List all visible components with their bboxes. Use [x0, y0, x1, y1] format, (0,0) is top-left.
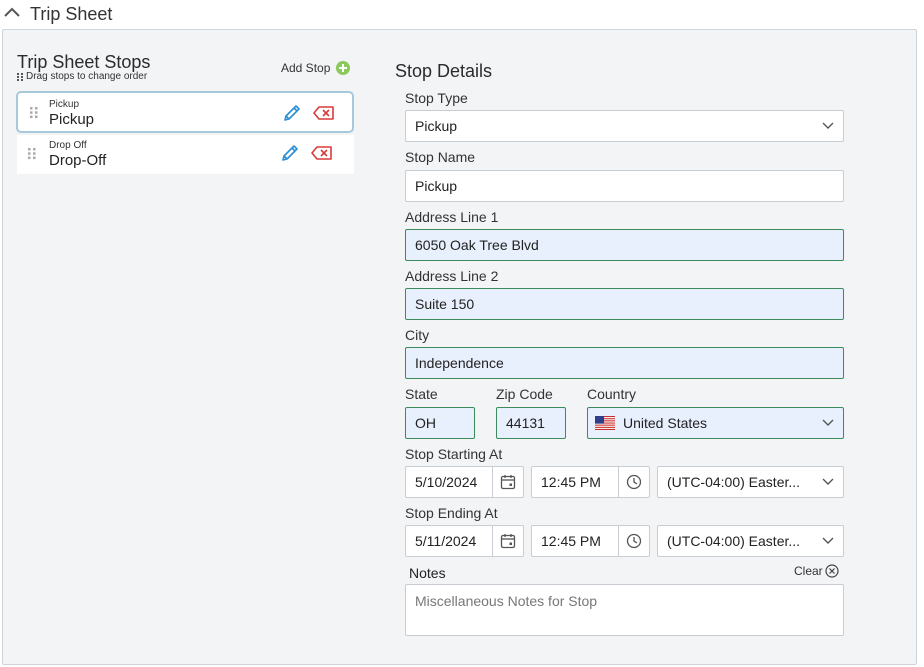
end-date-input[interactable]: 5/11/2024 [405, 525, 524, 557]
drag-handle-icon[interactable] [27, 147, 37, 160]
start-time-value: 12:45 PM [541, 474, 601, 490]
edit-pencil-icon[interactable] [280, 143, 300, 163]
stop-item-drop-off[interactable]: Drop Off Drop-Off [17, 135, 354, 174]
stop-name-label: Drop-Off [49, 152, 107, 169]
end-date-value: 5/11/2024 [415, 533, 477, 549]
start-date-value: 5/10/2024 [415, 474, 478, 490]
end-time-input[interactable]: 12:45 PM [531, 525, 650, 557]
end-time-value: 12:45 PM [541, 533, 601, 549]
stop-type-field-label: Stop Type [405, 90, 468, 106]
us-flag-icon [595, 416, 615, 430]
drag-grip-icon [17, 72, 23, 81]
address-line-1-input[interactable]: 6050 Oak Tree Blvd [405, 229, 844, 261]
start-timezone-select[interactable]: (UTC-04:00) Easter... [657, 466, 844, 498]
notes-textarea[interactable] [405, 584, 844, 636]
state-label: State [405, 386, 438, 402]
clear-circle-x-icon[interactable] [825, 564, 839, 578]
add-circle-icon[interactable] [336, 61, 351, 75]
address-line-2-input[interactable]: Suite 150 [405, 288, 844, 320]
chevron-down-icon [822, 419, 834, 426]
clock-icon[interactable] [626, 474, 642, 490]
clock-button[interactable] [618, 467, 649, 497]
city-value: Independence [415, 355, 504, 371]
start-time-input[interactable]: 12:45 PM [531, 466, 650, 498]
country-select[interactable]: United States [587, 407, 844, 439]
stop-name-input[interactable]: Pickup [405, 170, 844, 202]
clock-icon[interactable] [626, 533, 642, 549]
calendar-button[interactable] [492, 526, 523, 556]
stop-name-label: Pickup [49, 111, 95, 128]
stop-item-pickup[interactable]: Pickup Pickup [16, 91, 354, 133]
city-input[interactable]: Independence [405, 347, 844, 379]
calendar-icon[interactable] [500, 533, 516, 549]
stops-hint: Drag stops to change order [17, 71, 147, 82]
section-header[interactable]: Trip Sheet [0, 0, 924, 28]
calendar-button[interactable] [492, 467, 523, 497]
edit-pencil-icon[interactable] [282, 103, 302, 123]
drag-handle-icon[interactable] [29, 106, 39, 119]
country-label: Country [587, 386, 637, 402]
address-line-1-value: 6050 Oak Tree Blvd [415, 237, 539, 253]
stop-name-value: Pickup [415, 178, 458, 194]
stop-name-field-label: Stop Name [405, 149, 476, 165]
stops-title: Trip Sheet Stops [17, 52, 151, 72]
start-timezone-value: (UTC-04:00) Easter... [667, 474, 801, 490]
address-line-2-value: Suite 150 [415, 296, 475, 312]
state-input[interactable]: OH [405, 407, 475, 439]
delete-tag-icon[interactable] [311, 145, 333, 161]
stop-type-label: Pickup [49, 99, 80, 110]
calendar-icon[interactable] [500, 474, 516, 490]
chevron-up-icon[interactable] [3, 5, 21, 19]
zip-code-value: 44131 [506, 415, 545, 431]
end-timezone-select[interactable]: (UTC-04:00) Easter... [657, 525, 844, 557]
add-stop-button[interactable]: Add Stop [281, 61, 351, 75]
address-line-1-label: Address Line 1 [405, 209, 499, 225]
chevron-down-icon [822, 122, 834, 129]
section-title: Trip Sheet [30, 4, 113, 24]
zip-code-input[interactable]: 44131 [496, 407, 566, 439]
stop-type-label: Drop Off [49, 140, 87, 151]
country-value: United States [623, 415, 708, 431]
zip-code-label: Zip Code [496, 386, 553, 402]
chevron-down-icon [822, 537, 834, 544]
stop-starting-at-label: Stop Starting At [405, 446, 503, 462]
stops-hint-text: Drag stops to change order [26, 71, 148, 82]
stop-type-select[interactable]: Pickup [405, 110, 844, 142]
notes-label: Notes [409, 565, 446, 581]
stop-ending-at-label: Stop Ending At [405, 505, 498, 521]
delete-tag-icon[interactable] [313, 105, 335, 121]
city-label: City [405, 327, 430, 343]
address-line-2-label: Address Line 2 [405, 268, 499, 284]
end-timezone-value: (UTC-04:00) Easter... [667, 533, 801, 549]
add-stop-label: Add Stop [281, 61, 331, 75]
state-value: OH [415, 415, 436, 431]
clear-label: Clear [794, 564, 823, 578]
clock-button[interactable] [618, 526, 649, 556]
start-date-input[interactable]: 5/10/2024 [405, 466, 524, 498]
stop-details-title: Stop Details [395, 61, 493, 81]
clear-notes-button[interactable]: Clear [794, 564, 839, 578]
chevron-down-icon [822, 478, 834, 485]
stop-type-value: Pickup [415, 118, 458, 134]
